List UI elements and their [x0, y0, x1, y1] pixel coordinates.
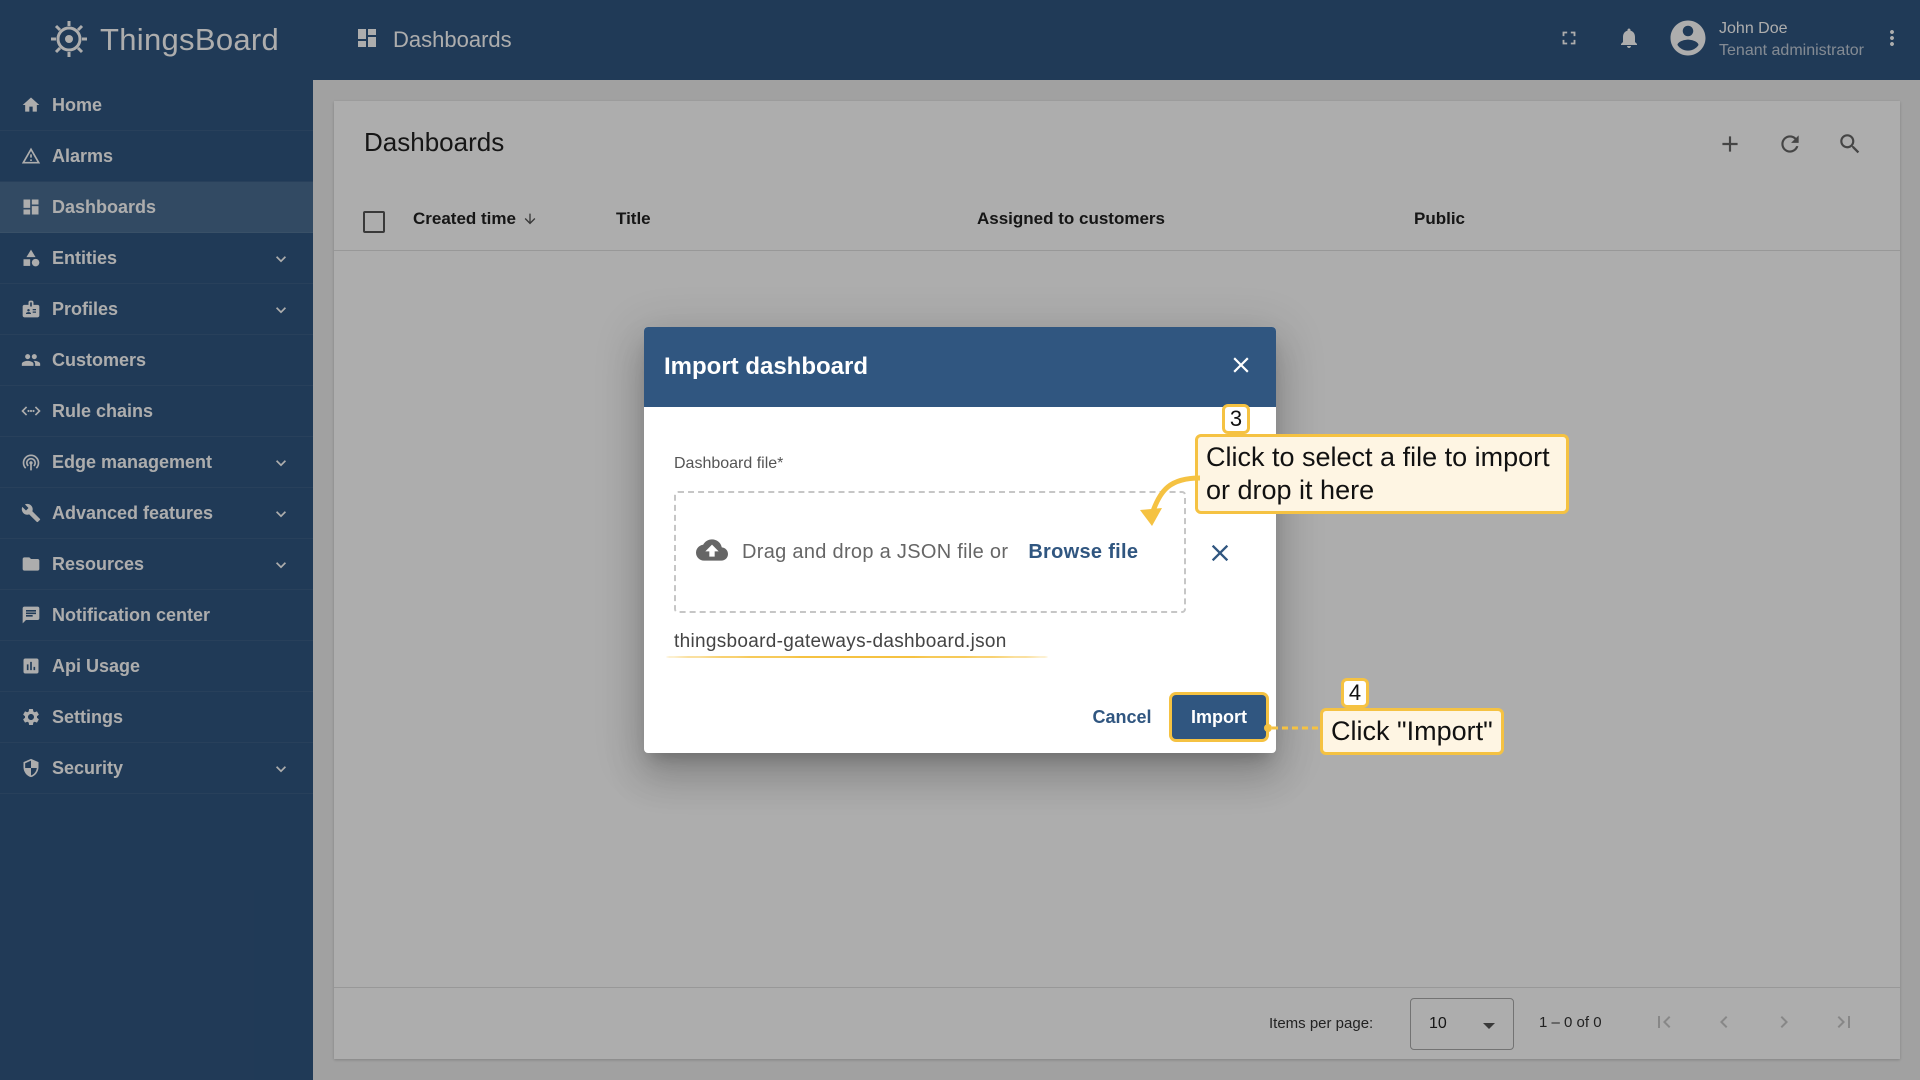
step-3-text-line1: Click to select a file to import: [1206, 442, 1550, 472]
dialog-title: Import dashboard: [664, 353, 869, 380]
dialog-close-button[interactable]: [1224, 350, 1258, 384]
selected-file-name: thingsboard-gateways-dashboard.json: [674, 631, 1007, 652]
close-icon: [1206, 539, 1234, 572]
close-icon: [1228, 352, 1254, 383]
cancel-button[interactable]: Cancel: [1080, 697, 1164, 737]
import-button[interactable]: Import: [1172, 695, 1266, 739]
file-dropzone[interactable]: Drag and drop a JSON file or Browse file: [674, 491, 1186, 613]
step-4-badge: 4: [1341, 678, 1369, 708]
import-dashboard-dialog: Import dashboard Dashboard file* Drag an…: [644, 327, 1276, 753]
step-3-arrow-icon: [1140, 475, 1201, 526]
step-4-callout: Click "Import": [1320, 708, 1504, 755]
clear-file-button[interactable]: [1200, 535, 1240, 575]
step-3-text-line2: or drop it here: [1206, 475, 1375, 505]
file-name-highlight: [666, 656, 1048, 658]
cloud-upload-icon: [696, 534, 728, 571]
browse-file-link[interactable]: Browse file: [1028, 541, 1138, 564]
dashboard-file-label: Dashboard file*: [674, 455, 784, 472]
step-3-callout: Click to select a file to import or drop…: [1195, 434, 1569, 514]
step-3-badge: 3: [1222, 404, 1250, 434]
dropzone-text: Drag and drop a JSON file or: [742, 540, 1009, 563]
dialog-header: Import dashboard: [644, 327, 1276, 407]
step-4-connector-icon: [1264, 724, 1320, 732]
